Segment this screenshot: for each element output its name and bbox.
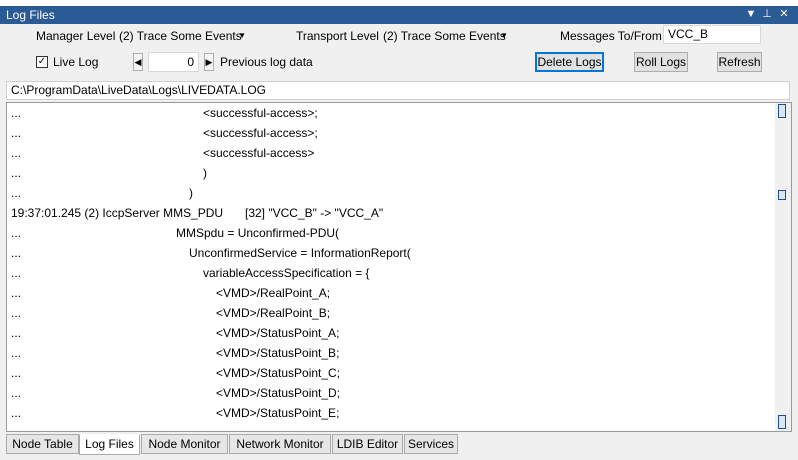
tab-ldib-editor[interactable]: LDIB Editor <box>332 434 403 454</box>
tab-log-files[interactable]: Log Files <box>79 434 140 455</box>
previous-log-label: Previous log data <box>220 55 313 69</box>
refresh-button[interactable]: Refresh <box>717 52 762 72</box>
previous-increment-button[interactable]: ▶ <box>204 53 214 71</box>
log-line-text: <VMD>/StatusPoint_E; <box>216 406 340 420</box>
log-line-text: [32] "VCC_B" -> "VCC_A" <box>245 206 384 220</box>
log-line-text: <successful-access>; <box>203 106 318 120</box>
log-line-prefix: ... <box>11 126 22 140</box>
messages-to-from-input[interactable]: VCC_B <box>663 25 761 44</box>
close-icon[interactable]: ✕ <box>777 7 791 22</box>
log-line-text: UnconfirmedService = InformationReport( <box>189 246 411 260</box>
log-line-text: MMSpdu = Unconfirmed-PDU( <box>176 226 340 240</box>
tab-network-monitor[interactable]: Network Monitor <box>229 434 331 454</box>
vertical-scrollbar[interactable] <box>775 103 791 431</box>
log-line-text: <VMD>/StatusPoint_B; <box>216 346 340 360</box>
log-line-prefix: ... <box>11 166 22 180</box>
log-line-text: variableAccessSpecification = { <box>203 266 370 280</box>
transport-level-value: (2) Trace Some Events <box>383 29 506 43</box>
scroll-down-button[interactable] <box>778 415 786 429</box>
log-line-text: <successful-access> <box>203 146 315 160</box>
manager-level-value: (2) Trace Some Events <box>119 29 242 43</box>
panel-titlebar: Log Files ▼ ⊥ ✕ <box>0 6 798 24</box>
log-line-prefix: 19:37:01.245 (2) IccpServer MMS_PDU <box>11 206 224 220</box>
delete-logs-button[interactable]: Delete Logs <box>535 52 604 72</box>
log-line-prefix: ... <box>11 406 22 420</box>
tab-node-monitor[interactable]: Node Monitor <box>141 434 228 454</box>
log-line-prefix: ... <box>11 186 22 200</box>
tab-services[interactable]: Services <box>404 434 458 454</box>
scroll-up-button[interactable] <box>778 104 786 118</box>
live-log-checkbox[interactable]: ✓ <box>36 56 48 68</box>
log-line-prefix: ... <box>11 346 22 360</box>
log-line-text: <VMD>/RealPoint_B; <box>216 306 331 320</box>
previous-log-input[interactable]: 0 <box>148 52 199 72</box>
log-line-text: <VMD>/StatusPoint_D; <box>216 386 341 400</box>
log-line-prefix: ... <box>11 306 22 320</box>
scrollbar-thumb[interactable] <box>778 190 786 200</box>
messages-to-from-label: Messages To/From <box>560 29 662 43</box>
log-line-text: <successful-access>; <box>203 126 318 140</box>
tab-node-table[interactable]: Node Table <box>6 434 79 454</box>
previous-decrement-button[interactable]: ◀ <box>133 53 143 71</box>
log-line-prefix: ... <box>11 326 22 340</box>
transport-level-select[interactable]: (2) Trace Some Events ▼ <box>383 27 511 45</box>
live-log-label: Live Log <box>53 55 99 69</box>
log-output[interactable]: ... <successful-access>;... <successful-ac… <box>6 102 792 432</box>
log-line-text: ) <box>203 166 207 180</box>
manager-level-select[interactable]: (2) Trace Some Events ▼ <box>119 27 249 45</box>
log-line-prefix: ... <box>11 366 22 380</box>
log-line-prefix: ... <box>11 106 22 120</box>
pin-icon[interactable]: ⊥ <box>760 7 774 22</box>
log-line-prefix: ... <box>11 246 22 260</box>
manager-level-label: Manager Level <box>36 29 116 43</box>
log-line-prefix: ... <box>11 386 22 400</box>
transport-level-label: Transport Level <box>296 29 379 43</box>
log-line-text: <VMD>/RealPoint_A; <box>216 286 331 300</box>
panel-title: Log Files <box>6 8 55 22</box>
log-path-field: C:\ProgramData\LiveData\Logs\LIVEDATA.LO… <box>6 81 790 100</box>
log-line-prefix: ... <box>11 266 22 280</box>
log-line-text: <VMD>/StatusPoint_C; <box>216 366 341 380</box>
chevron-down-icon: ▼ <box>238 31 246 40</box>
log-line-prefix: ... <box>11 286 22 300</box>
roll-logs-button[interactable]: Roll Logs <box>634 52 688 72</box>
dropdown-arrow-icon[interactable]: ▼ <box>744 7 758 22</box>
log-line-text: ) <box>189 186 193 200</box>
log-line-prefix: ... <box>11 146 22 160</box>
log-line-prefix: ... <box>11 226 22 240</box>
log-line-text: <VMD>/StatusPoint_A; <box>216 326 340 340</box>
chevron-down-icon: ▼ <box>500 31 508 40</box>
